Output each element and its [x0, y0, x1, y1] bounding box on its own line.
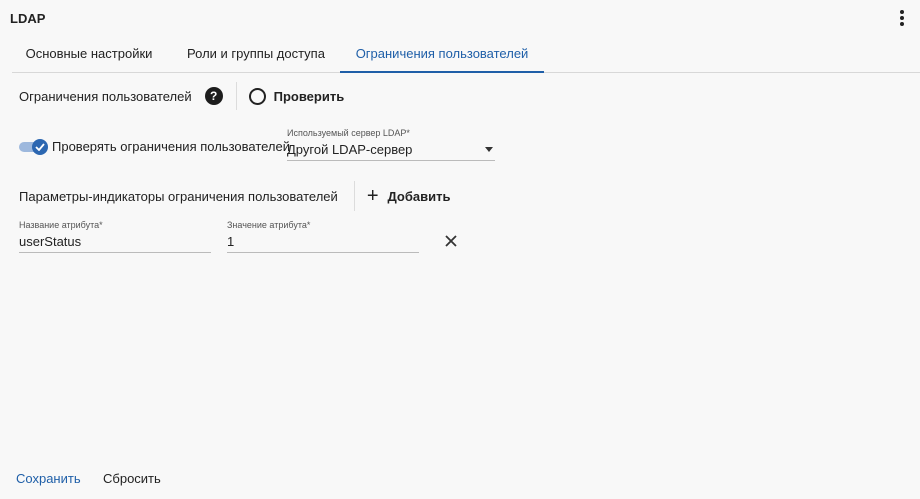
plus-icon: + [366, 185, 379, 207]
dropdown-arrow-icon [485, 147, 493, 152]
tab-user-restrictions[interactable]: Ограничения пользователей [340, 38, 544, 73]
toggle-knob [32, 139, 48, 155]
divider [353, 181, 355, 211]
more-options-icon[interactable] [899, 10, 905, 26]
check-restrictions-toggle[interactable] [19, 139, 49, 155]
add-label: Добавить [387, 188, 451, 204]
params-title: Параметры-индикаторы ограничения пользов… [19, 188, 338, 204]
ldap-server-label: Используемый сервер LDAP* [287, 128, 410, 138]
close-icon[interactable] [444, 234, 458, 248]
check-label[interactable]: Проверить [274, 89, 345, 104]
check-radio[interactable] [248, 87, 266, 105]
attribute-value-field[interactable]: Значение атрибута* 1 [227, 220, 419, 253]
ldap-server-value: Другой LDAP-сервер [287, 142, 413, 157]
tab-basic-settings[interactable]: Основные настройки [12, 38, 166, 72]
attribute-name-label: Название атрибута* [19, 220, 103, 230]
app-header: LDAP [0, 0, 920, 38]
attribute-value-value: 1 [227, 234, 235, 249]
restrictions-header: Ограничения пользователей ? Проверить [19, 82, 345, 110]
reset-button[interactable]: Сбросить [103, 471, 161, 486]
add-button[interactable]: + Добавить [366, 185, 451, 207]
tab-roles-groups[interactable]: Роли и группы доступа [174, 38, 338, 72]
app-title: LDAP [10, 11, 46, 26]
save-button[interactable]: Сохранить [16, 471, 81, 486]
params-header: Параметры-индикаторы ограничения пользов… [19, 181, 450, 211]
divider [235, 82, 237, 110]
help-icon[interactable]: ? [204, 87, 223, 105]
tab-bar: Основные настройки Роли и группы доступа… [12, 38, 920, 73]
check-icon [35, 143, 45, 151]
toggle-label: Проверять ограничения пользователей [52, 139, 290, 154]
ldap-server-select[interactable]: Другой LDAP-сервер [287, 140, 495, 161]
attribute-value-label: Значение атрибута* [227, 220, 311, 230]
attribute-name-value: userStatus [19, 234, 82, 249]
section-title: Ограничения пользователей [19, 88, 192, 104]
attribute-name-field[interactable]: Название атрибута* userStatus [19, 220, 211, 253]
